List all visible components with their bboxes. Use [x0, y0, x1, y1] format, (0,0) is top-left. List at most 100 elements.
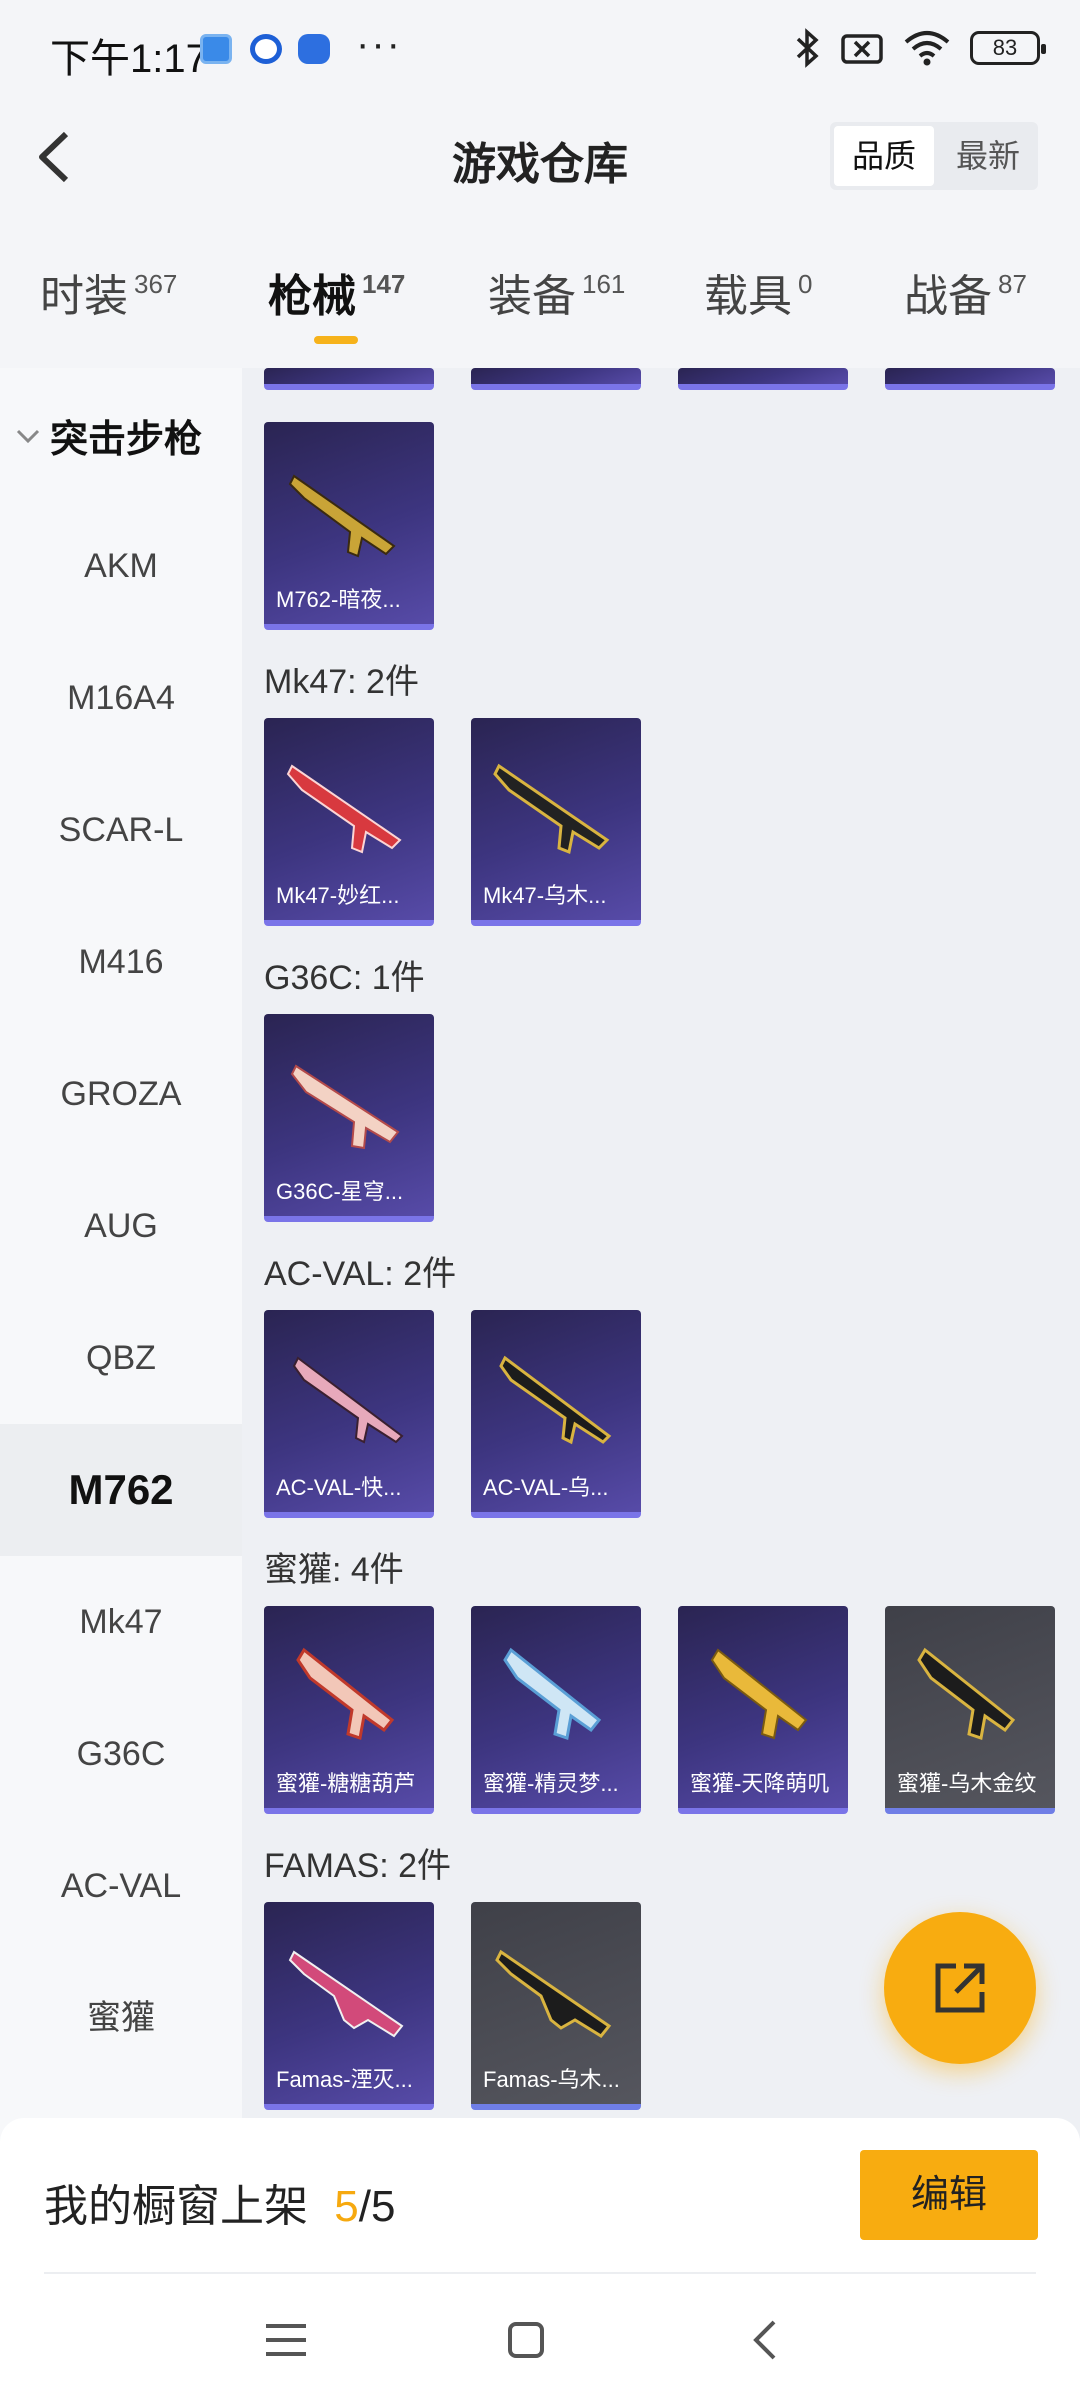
status-icons: 83	[792, 28, 1046, 68]
rifle-icon	[917, 1647, 1016, 1740]
app-notification-icon	[250, 34, 282, 64]
weapon-card-mk47-2[interactable]: Mk47-乌木...	[471, 718, 641, 926]
showcase-separator: /	[358, 2182, 371, 2231]
showcase-total-count: 5	[370, 2182, 396, 2231]
weapon-card-famas-1[interactable]: Famas-湮灭...	[264, 1902, 434, 2110]
menu-icon[interactable]	[256, 2310, 316, 2370]
showcase-current-count: 5	[334, 2182, 359, 2231]
category-tabs: 时装 367 枪械 147 装备 161 载具 0 战备 87	[0, 240, 1080, 350]
rifle-icon	[495, 1949, 612, 2038]
weapon-card-honey-badger-2[interactable]: 蜜獾-精灵梦...	[471, 1606, 641, 1814]
tab-count: 147	[362, 269, 406, 299]
sidebar-item-groza[interactable]: GROZA	[0, 1028, 242, 1160]
header: 游戏仓库 品质 最新	[0, 100, 1080, 220]
sidebar-item-scar-l[interactable]: SCAR-L	[0, 764, 242, 896]
rifle-icon	[503, 1647, 602, 1740]
sidebar-item-m762[interactable]: M762	[0, 1424, 242, 1556]
rifle-icon	[292, 1356, 404, 1444]
tab-equipment[interactable]: 装备 161	[488, 260, 625, 324]
tab-count: 0	[798, 269, 813, 299]
sidebar-item-ac-val[interactable]: AC-VAL	[0, 1820, 242, 1952]
weapon-card-label: 蜜獾-糖糖葫芦	[276, 1771, 416, 1796]
back-icon[interactable]	[736, 2310, 796, 2370]
weapon-card-g36c-1[interactable]: G36C-星穹...	[264, 1014, 434, 1222]
sidebar-item-akm[interactable]: AKM	[0, 500, 242, 632]
group-title-honey-badger: 蜜獾: 4件	[264, 1551, 404, 1589]
edit-button[interactable]: 编辑	[860, 2150, 1038, 2240]
weapon-card-partial[interactable]	[471, 368, 641, 390]
weapon-card-honey-badger-1[interactable]: 蜜獾-糖糖葫芦	[264, 1606, 434, 1814]
sidebar-item-honey-badger[interactable]: 蜜獾	[0, 1952, 242, 2084]
weapon-card-label: Mk47-妙红...	[276, 883, 400, 908]
rifle-icon	[286, 764, 402, 854]
tab-battle-supplies[interactable]: 战备 87	[904, 260, 1027, 324]
sidebar-item-mk47[interactable]: Mk47	[0, 1556, 242, 1688]
weapon-card-label: AC-VAL-乌...	[483, 1475, 609, 1500]
weapon-card-label: Mk47-乌木...	[483, 883, 607, 908]
rifle-icon	[288, 474, 396, 558]
sim-card-icon	[200, 34, 232, 64]
share-icon	[935, 1963, 985, 2013]
weapon-card-ac-val-1[interactable]: AC-VAL-快...	[264, 1310, 434, 1518]
tab-vehicles[interactable]: 载具 0	[704, 260, 812, 324]
showcase-status: 我的橱窗上架 5/5	[44, 2170, 395, 2234]
back-arrow-icon[interactable]	[24, 122, 94, 192]
weapon-card-famas-2[interactable]: Famas-乌木...	[471, 1902, 641, 2110]
weapon-card-partial[interactable]	[885, 368, 1055, 390]
rifle-icon	[288, 1950, 404, 2038]
sidebar-item-aug[interactable]: AUG	[0, 1160, 242, 1292]
weapon-sidebar: 突击步枪 AKM M16A4 SCAR-L M416 GROZA AUG QBZ…	[0, 368, 242, 2138]
tab-label: 时装	[40, 272, 128, 321]
weapon-card-partial[interactable]	[678, 368, 848, 390]
active-tab-indicator	[314, 336, 358, 344]
wifi-icon	[904, 31, 950, 66]
tab-count: 161	[582, 269, 626, 299]
weapon-card-label: 蜜獾-天降萌叽	[690, 1771, 830, 1796]
home-icon[interactable]	[496, 2310, 556, 2370]
sidebar-item-qbz[interactable]: QBZ	[0, 1292, 242, 1424]
group-title-ac-val: AC-VAL: 2件	[264, 1255, 457, 1293]
weapon-card-label: AC-VAL-快...	[276, 1475, 402, 1500]
sidebar-item-m416[interactable]: M416	[0, 896, 242, 1028]
sort-by-newest-button[interactable]: 最新	[938, 122, 1038, 190]
tab-label: 载具	[704, 272, 792, 321]
showcase-label: 我的橱窗上架	[44, 2182, 308, 2231]
group-title-g36c: G36C: 1件	[264, 959, 425, 997]
weapon-card-honey-badger-3[interactable]: 蜜獾-天降萌叽	[678, 1606, 848, 1814]
tab-count: 87	[998, 269, 1027, 299]
rifle-icon	[499, 1355, 612, 1445]
status-time: 下午1:17	[50, 37, 208, 81]
sidebar-item-g36c[interactable]: G36C	[0, 1688, 242, 1820]
rifle-icon	[710, 1648, 808, 1740]
weapon-card-label: 蜜獾-精灵梦...	[483, 1771, 619, 1796]
weapon-card-label: Famas-湮灭...	[276, 2067, 413, 2092]
weapon-card-mk47-1[interactable]: Mk47-妙红...	[264, 718, 434, 926]
tab-fashion[interactable]: 时装 367	[40, 260, 177, 324]
tab-firearms[interactable]: 枪械 147	[268, 260, 405, 324]
weapon-card-partial[interactable]	[264, 368, 434, 390]
share-button[interactable]	[884, 1912, 1036, 2064]
sidebar-category-assault-rifle[interactable]: 突击步枪	[14, 408, 202, 463]
battery-icon: 83	[970, 31, 1046, 65]
sidebar-item-m16a4[interactable]: M16A4	[0, 632, 242, 764]
weapon-card-label: G36C-星穹...	[276, 1179, 404, 1204]
sort-toggle: 品质 最新	[829, 122, 1038, 190]
more-notifications-icon: ···	[356, 22, 402, 66]
tab-label: 枪械	[268, 272, 356, 321]
weapon-card-ac-val-2[interactable]: AC-VAL-乌...	[471, 1310, 641, 1518]
weapon-card-m762[interactable]: M762-暗夜...	[264, 422, 434, 630]
status-bar: 下午1:17 ··· 83	[0, 0, 1080, 100]
sort-by-quality-button[interactable]: 品质	[833, 126, 934, 186]
weapon-card-label: 蜜獾-乌木金纹	[897, 1771, 1037, 1796]
bluetooth-icon	[796, 28, 819, 68]
weapon-card-label: M762-暗夜...	[276, 587, 401, 612]
rifle-icon	[493, 763, 610, 855]
tab-label: 战备	[904, 272, 992, 321]
tab-label: 装备	[488, 272, 576, 321]
group-title-mk47: Mk47: 2件	[264, 663, 419, 701]
sidebar-category-label: 突击步枪	[50, 419, 203, 461]
weapon-content: M762-暗夜... Mk47: 2件 Mk47-妙红... Mk47-乌木..…	[242, 368, 1080, 2138]
baidu-icon	[298, 34, 330, 64]
no-signal-icon	[841, 34, 883, 64]
weapon-card-honey-badger-4[interactable]: 蜜獾-乌木金纹	[885, 1606, 1055, 1814]
